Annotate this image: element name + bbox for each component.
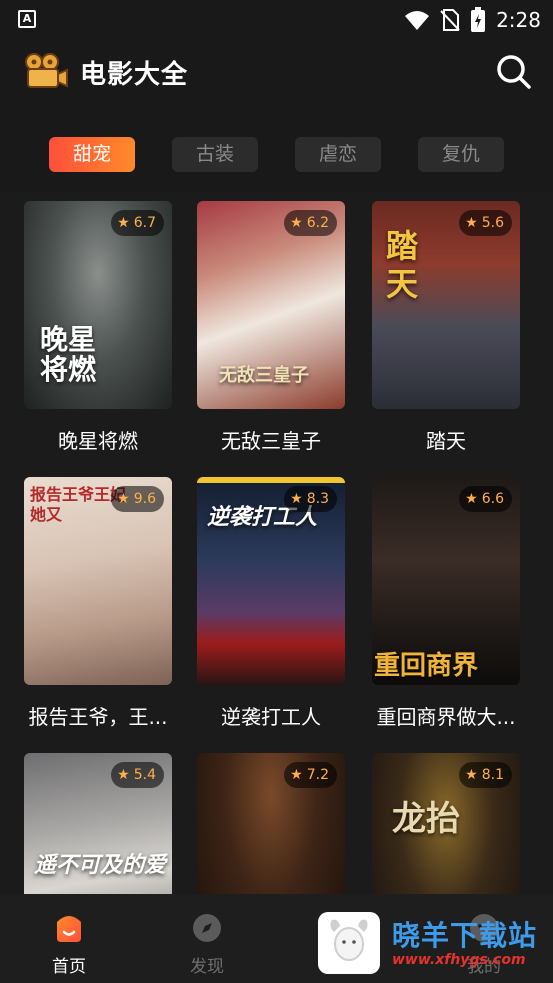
movie-card[interactable]: 遥不可及的爱 ★ 5.4 <box>24 753 172 894</box>
clock: 2:28 <box>496 8 541 32</box>
movie-poster[interactable]: 逆袭打工人 ★ 8.3 <box>197 477 345 685</box>
movie-poster[interactable]: ★ 7.2 <box>197 753 345 894</box>
home-icon <box>57 916 81 942</box>
rating-badge: ★ 6.6 <box>459 486 512 512</box>
a-icon: A <box>18 10 36 28</box>
rating-value: 8.1 <box>481 767 504 783</box>
movie-card[interactable]: 龙抬 ★ 8.1 <box>372 753 520 894</box>
rating-badge: ★ 8.1 <box>459 762 512 788</box>
search-icon[interactable] <box>494 52 532 90</box>
poster-title-art: 晚星将燃 <box>40 323 97 386</box>
app-header: 电影大全 <box>0 40 553 120</box>
movie-title: 踏天 <box>426 429 466 453</box>
movie-title: 无敌三皇子 <box>221 429 321 453</box>
movie-card[interactable]: 报告王爷王妃她又 ★ 9.6 报告王爷，王... <box>24 477 172 730</box>
film-camera-icon <box>25 53 68 88</box>
rating-value: 6.6 <box>481 491 504 507</box>
sheep-logo-icon <box>318 912 380 974</box>
movie-card[interactable]: ★ 7.2 <box>197 753 345 894</box>
app-title: 电影大全 <box>80 60 189 90</box>
battery-icon <box>471 7 486 32</box>
star-icon: ★ <box>117 491 130 507</box>
poster-title-art: 龙抬 <box>392 799 460 839</box>
watermark-name: 晓羊下载站 <box>392 919 538 952</box>
tab-costume[interactable]: 古装 <box>172 137 258 172</box>
movie-poster[interactable]: 晚星将燃 ★ 6.7 <box>24 201 172 409</box>
movie-poster[interactable]: 无敌三皇子 ★ 6.2 <box>197 201 345 409</box>
nav-home[interactable]: 首页 <box>34 912 104 977</box>
star-icon: ★ <box>290 767 303 783</box>
movie-grid: 晚星将燃 ★ 6.7 晚星将燃 无敌三皇子 ★ 6.2 无敌三皇子 踏天 ★ 5.6 … <box>0 192 553 894</box>
tab-sweet-romance[interactable]: 甜宠 <box>49 137 135 172</box>
tab-tragic-romance[interactable]: 虐恋 <box>295 137 381 172</box>
rating-value: 5.6 <box>481 215 504 231</box>
movie-title: 晚星将燃 <box>58 429 138 453</box>
compass-icon <box>193 914 221 942</box>
rating-badge: ★ 5.6 <box>459 210 512 236</box>
movie-card[interactable]: 踏天 ★ 5.6 踏天 <box>372 201 520 454</box>
nav-discover-label: 发现 <box>190 957 224 977</box>
no-sim-icon <box>440 9 460 31</box>
star-icon: ★ <box>290 491 303 507</box>
star-icon: ★ <box>117 767 130 783</box>
poster-title-art: 踏天 <box>386 227 419 303</box>
movie-poster[interactable]: 重回商界 ★ 6.6 <box>372 477 520 685</box>
star-icon: ★ <box>465 215 478 231</box>
rating-badge: ★ 6.2 <box>284 210 337 236</box>
movie-title: 重回商界做大... <box>376 705 516 729</box>
watermark: 晓羊下载站 www.xfhygs.com <box>318 912 553 978</box>
rating-badge: ★ 6.7 <box>111 210 164 236</box>
movie-card[interactable]: 重回商界 ★ 6.6 重回商界做大... <box>372 477 520 730</box>
movie-poster[interactable]: 踏天 ★ 5.6 <box>372 201 520 409</box>
rating-value: 7.2 <box>306 767 329 783</box>
tab-revenge[interactable]: 复仇 <box>418 137 504 172</box>
rating-badge: ★ 5.4 <box>111 762 164 788</box>
nav-home-label: 首页 <box>52 957 86 977</box>
watermark-url: www.xfhygs.com <box>392 952 526 968</box>
wifi-icon <box>405 11 430 30</box>
movie-poster[interactable]: 龙抬 ★ 8.1 <box>372 753 520 894</box>
movie-title: 报告王爷，王... <box>28 705 168 729</box>
rating-value: 9.6 <box>133 491 156 507</box>
status-icons: 2:28 <box>404 6 541 34</box>
star-icon: ★ <box>465 491 478 507</box>
rating-value: 6.2 <box>306 215 329 231</box>
movie-title: 逆袭打工人 <box>221 705 321 729</box>
rating-badge: ★ 8.3 <box>284 486 337 512</box>
rating-value: 5.4 <box>133 767 156 783</box>
rating-badge: ★ 9.6 <box>111 486 164 512</box>
rating-value: 8.3 <box>306 491 329 507</box>
rating-badge: ★ 7.2 <box>284 762 337 788</box>
poster-title-art: 遥不可及的爱 <box>34 852 167 878</box>
category-tabs: 甜宠 古装 虐恋 复仇 <box>0 120 553 192</box>
status-bar: A 2:28 <box>0 0 553 40</box>
rating-value: 6.7 <box>133 215 156 231</box>
star-icon: ★ <box>117 215 130 231</box>
poster-title-art: 无敌三皇子 <box>219 365 309 386</box>
movie-card[interactable]: 晚星将燃 ★ 6.7 晚星将燃 <box>24 201 172 454</box>
star-icon: ★ <box>465 767 478 783</box>
movie-poster[interactable]: 报告王爷王妃她又 ★ 9.6 <box>24 477 172 685</box>
movie-card[interactable]: 无敌三皇子 ★ 6.2 无敌三皇子 <box>197 201 345 454</box>
poster-title-art: 重回商界 <box>374 651 479 681</box>
movie-poster[interactable]: 遥不可及的爱 ★ 5.4 <box>24 753 172 894</box>
movie-card[interactable]: 逆袭打工人 ★ 8.3 逆袭打工人 <box>197 477 345 730</box>
nav-discover[interactable]: 发现 <box>172 912 242 977</box>
star-icon: ★ <box>290 215 303 231</box>
